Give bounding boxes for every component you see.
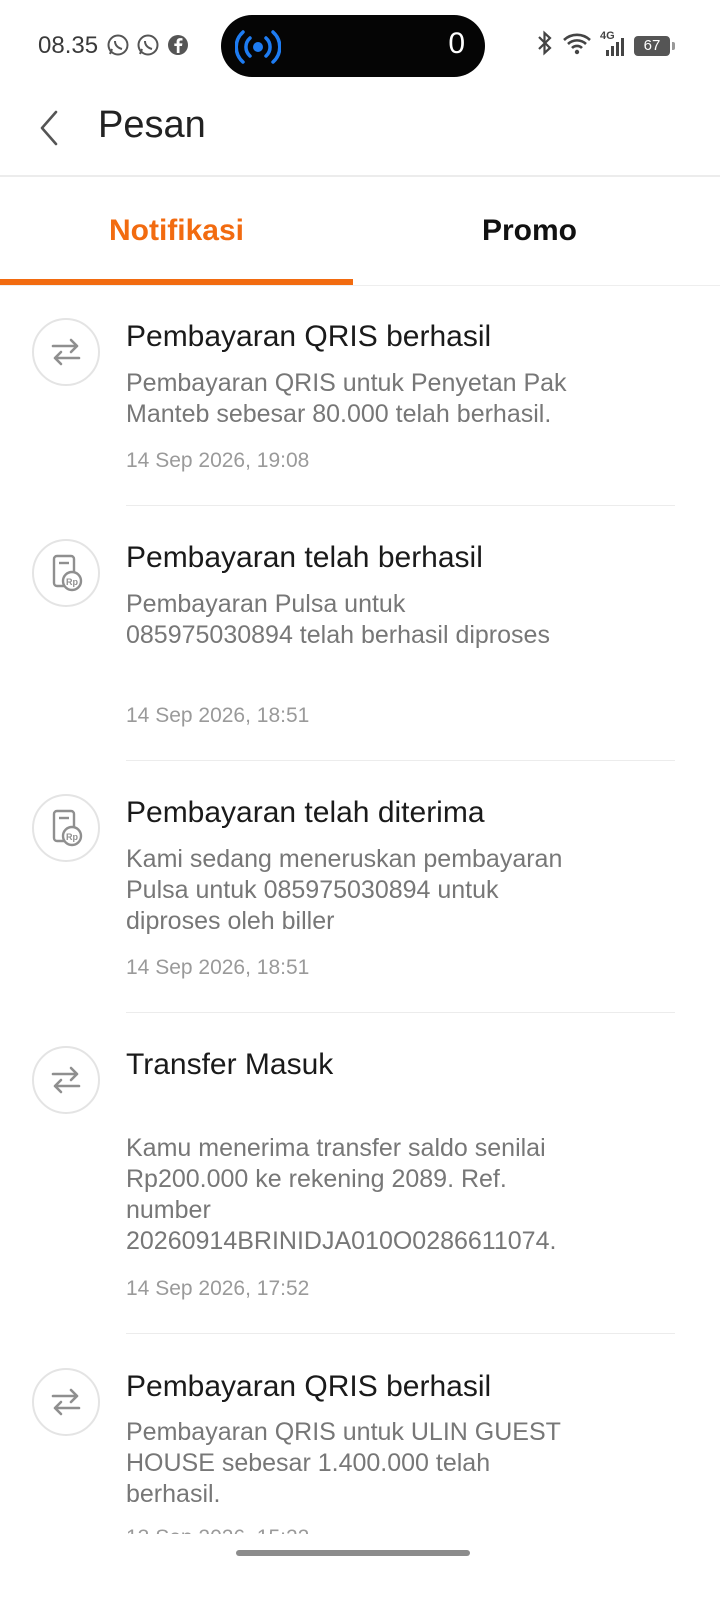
notification-time: 14 Sep 2026, 18:51 [126,704,310,727]
item-divider [126,1333,675,1334]
svg-text:Rp: Rp [66,577,78,587]
home-indicator[interactable] [236,1550,470,1556]
dynamic-island-pill[interactable]: 0 [221,15,485,77]
chevron-left-icon [40,110,58,146]
transfer-arrows-icon [32,318,100,386]
tab-notifikasi[interactable]: Notifikasi [0,177,353,285]
tab-promo[interactable]: Promo [353,177,706,285]
notification-title: Pembayaran telah berhasil [126,541,483,574]
notification-title: Pembayaran QRIS berhasil [126,320,492,353]
list-item[interactable]: Rp Pembayaran telah diterima Kami sedang… [0,761,720,1013]
notification-body: Pembayaran QRIS untuk ULIN GUEST HOUSE s… [126,1418,561,1508]
notification-time: 14 Sep 2026, 18:51 [126,956,310,979]
facebook-icon [166,33,190,57]
notification-time: 14 Sep 2026, 19:08 [126,449,310,472]
pill-counter: 0 [448,27,465,60]
list-item[interactable]: Pembayaran QRIS berhasil Pembayaran QRIS… [0,1335,720,1534]
notification-body: Kamu menerima transfer saldo senilai Rp2… [126,1134,557,1255]
tab-bar: Notifikasi Promo [0,177,720,285]
status-bar: 08.35 0 4G 67 [0,0,720,90]
list-item[interactable]: Rp Pembayaran telah berhasil Pembayaran … [0,506,720,761]
receipt-rp-icon: Rp [32,794,100,862]
svg-text:Rp: Rp [66,832,78,842]
notification-body: Kami sedang meneruskan pembayaran Pulsa … [126,845,563,935]
notification-list[interactable]: Pembayaran QRIS berhasil Pembayaran QRIS… [0,286,720,1534]
notification-title: Pembayaran QRIS berhasil [126,1370,492,1403]
notification-title: Pembayaran telah diterima [126,796,485,829]
notification-body: Pembayaran Pulsa untuk 085975030894 tela… [126,590,550,649]
whatsapp-business-icon [136,33,160,57]
notification-body: Pembayaran QRIS untuk Penyetan Pak Mante… [126,369,567,428]
back-button[interactable] [30,106,70,150]
list-item[interactable]: Pembayaran QRIS berhasil Pembayaran QRIS… [0,286,720,506]
transfer-arrows-icon [32,1046,100,1114]
status-app-icons [106,33,190,57]
wifi-icon [562,31,592,60]
cellular-signal-icon: 4G [600,30,626,58]
receipt-rp-icon: Rp [32,539,100,607]
notification-time: 13 Sep 2026, 15:22 [126,1526,309,1534]
battery-icon: 67 [634,35,675,56]
notification-title: Transfer Masuk [126,1048,334,1081]
page-title: Pesan [98,104,206,146]
transfer-arrows-icon [32,1368,100,1436]
broadcast-radio-icon [234,29,282,65]
status-time: 08.35 [38,32,99,59]
status-right-icons: 4G 67 [536,30,675,61]
bluetooth-icon [536,30,554,61]
whatsapp-icon [106,33,130,57]
notification-time: 14 Sep 2026, 17:52 [126,1277,310,1300]
app-header: Pesan [0,90,720,176]
list-item[interactable]: Transfer Masuk Kamu menerima transfer sa… [0,1013,720,1335]
